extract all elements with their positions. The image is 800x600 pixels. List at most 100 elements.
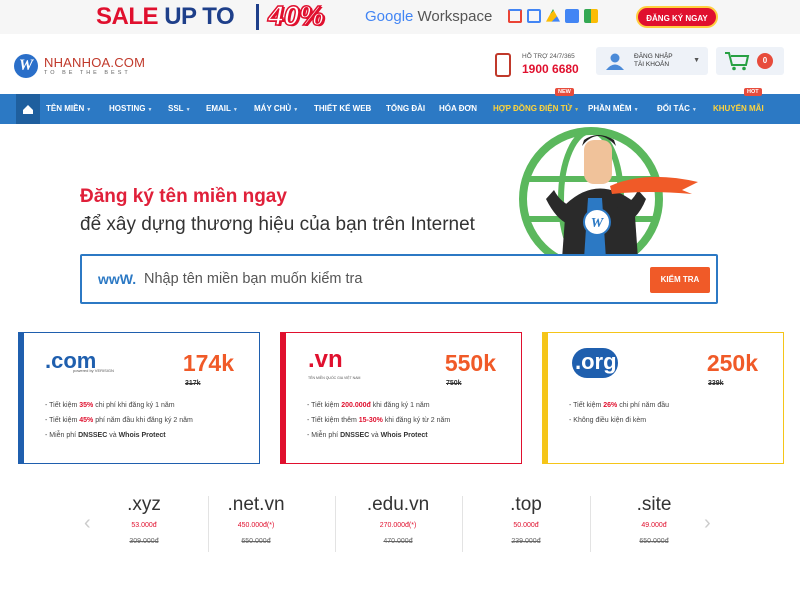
nav-item-servers[interactable]: MÁY CHỦ ▼ xyxy=(254,94,298,124)
feature-text: khi đăng ký 1 năm xyxy=(370,402,430,409)
nav-label: EMAIL xyxy=(206,104,231,113)
extension-old-price: 239.000đ xyxy=(511,538,541,545)
feature-highlight: 15-30% xyxy=(358,417,383,424)
extension-item[interactable]: .top 50.000đ 239.000đ xyxy=(462,494,590,550)
card-old-price: 750k xyxy=(446,380,462,387)
domain-card-vn[interactable]: .vn TÊN MIỀN QUỐC GIA VIỆT NAM 550k 750k… xyxy=(280,332,522,464)
feature-text: chi phí năm đầu xyxy=(617,402,670,409)
feature-text: phí năm đầu khi đăng ký 2 năm xyxy=(93,417,193,424)
card-price: 250k xyxy=(706,350,758,376)
login-line2: TÀI KHOẢN xyxy=(634,61,670,68)
extension-name: .xyz xyxy=(127,494,161,515)
gmail-icon xyxy=(508,9,522,23)
feature-highlight: 45% xyxy=(79,417,94,424)
feature-highlight: Whois Protect xyxy=(118,432,166,439)
chevron-down-icon: ▼ xyxy=(232,107,238,113)
chevron-down-icon: ▼ xyxy=(293,107,299,113)
extension-item[interactable]: .site 49.000đ 650.000đ xyxy=(590,494,718,550)
home-nav-button[interactable] xyxy=(16,94,40,124)
chevron-down-icon: ▼ xyxy=(691,107,697,113)
extension-price: 49.000đ xyxy=(641,522,667,529)
card-feature: - Miễn phí DNSSEC và Whois Protect xyxy=(307,432,428,439)
extension-item[interactable]: .xyz 53.000đ 309.000đ xyxy=(80,494,208,550)
nav-item-domain[interactable]: TÊN MIỀN ▼ xyxy=(46,94,91,124)
nav-item-ssl[interactable]: SSL ▼ xyxy=(168,94,191,124)
nav-label: HÓA ĐƠN xyxy=(439,104,478,113)
check-domain-button[interactable]: KIỂM TRA xyxy=(650,267,710,293)
extension-price: 50.000đ xyxy=(513,522,539,529)
site-header: W NHANHOA.COM TO BE THE BEST HỖ TRỢ 24/7… xyxy=(0,34,800,94)
feature-highlight: 35% xyxy=(79,402,94,409)
card-feature: - Tiết kiệm 45% phí năm đầu khi đăng ký … xyxy=(45,417,193,424)
extension-name: .top xyxy=(510,494,542,515)
promo-sale-text: SALE UP TO xyxy=(96,3,235,31)
logo-tagline: TO BE THE BEST xyxy=(44,70,131,76)
chevron-down-icon: ▼ xyxy=(147,107,153,113)
domain-card-org[interactable]: .org 250k 339k - Tiết kiệm 26% chi phí n… xyxy=(542,332,784,464)
domain-search-box[interactable]: wwW. Nhập tên miền bạn muốn kiểm tra KIỂ… xyxy=(80,254,718,304)
nav-label: HỢP ĐỒNG ĐIỆN TỬ xyxy=(493,104,573,113)
promo-register-button[interactable]: ĐĂNG KÝ NGAY xyxy=(636,6,718,28)
cart-icon xyxy=(725,52,750,71)
card-feature: - Tiết kiệm 35% chi phí khi đăng ký 1 nă… xyxy=(45,402,175,409)
nav-item-partners[interactable]: ĐỐI TÁC ▼ xyxy=(657,94,697,124)
logo-name[interactable]: NHANHOA.COM xyxy=(44,55,145,70)
card-feature: - Miễn phí DNSSEC và Whois Protect xyxy=(45,432,166,439)
nav-item-invoice[interactable]: HÓA ĐƠN xyxy=(439,94,477,124)
user-icon xyxy=(606,53,624,70)
home-icon xyxy=(23,105,33,114)
feature-text: Tiết kiệm xyxy=(49,417,80,424)
main-nav: TÊN MIỀN ▼ HOSTING ▼ SSL ▼ EMAIL ▼ MÁY CHỦ ▼ … xyxy=(0,94,800,124)
logo-icon[interactable]: W xyxy=(14,54,38,78)
card-price: 550k xyxy=(444,350,496,376)
nav-item-email[interactable]: EMAIL ▼ xyxy=(206,94,238,124)
card-price: 174k xyxy=(182,350,234,376)
nav-label: KHUYẾN MÃI xyxy=(713,104,764,113)
feature-highlight: DNSSEC xyxy=(78,432,108,439)
verisign-note: powered by VERISIGN xyxy=(73,368,114,373)
hero-title: Đăng ký tên miền ngay xyxy=(80,186,287,207)
www-prefix: wwW. xyxy=(98,271,137,287)
workspace-text: Workspace xyxy=(417,8,493,25)
extension-name: .net.vn xyxy=(227,494,285,515)
login-button[interactable]: ĐĂNG NHẬP TÀI KHOẢN ▼ xyxy=(596,47,708,75)
domain-search-input[interactable]: Nhập tên miền bạn muốn kiểm tra xyxy=(144,271,362,287)
nav-label: THIẾT KẾ WEB xyxy=(314,104,372,113)
docs-icon xyxy=(565,9,579,23)
feature-highlight: Whois Protect xyxy=(380,432,428,439)
hot-badge: HOT xyxy=(744,88,762,96)
feature-text: Không điều kiện đi kèm xyxy=(573,417,647,424)
nav-item-switchboard[interactable]: TỔNG ĐÀI xyxy=(386,94,425,124)
feature-text: khi đăng ký từ 2 năm xyxy=(382,417,451,424)
feature-highlight: DNSSEC xyxy=(340,432,370,439)
extension-name: .edu.vn xyxy=(366,494,430,515)
nav-label: HOSTING xyxy=(109,104,146,113)
cart-button[interactable]: 0 xyxy=(716,47,784,75)
feature-highlight: 200.000đ xyxy=(341,402,371,409)
nav-item-promotions[interactable]: KHUYẾN MÃI xyxy=(713,94,764,124)
extension-item[interactable]: .edu.vn 270.000đ(*) 470.000đ xyxy=(334,494,462,550)
nav-item-web-design[interactable]: THIẾT KẾ WEB xyxy=(314,94,371,124)
promo-banner[interactable]: SALE UP TO 40% Google Workspace ĐĂNG KÝ … xyxy=(0,0,800,34)
hero-mascot-illustration: W xyxy=(519,127,698,259)
extension-old-price: 650.000đ xyxy=(639,538,669,545)
feature-text: chi phí khi đăng ký 1 năm xyxy=(93,402,175,409)
support-label: HỖ TRỢ 24/7/365 xyxy=(522,53,575,60)
svg-text:W: W xyxy=(591,216,605,231)
domain-card-com[interactable]: .com powered by VERISIGN 174k 317k - Tiế… xyxy=(18,332,260,464)
vn-logo: .vn xyxy=(308,346,343,373)
feature-text: Tiết kiệm xyxy=(49,402,80,409)
promo-divider xyxy=(256,4,259,30)
feature-text: Miễn phí xyxy=(311,432,341,439)
drive-icon xyxy=(546,9,560,22)
extension-name: .site xyxy=(636,494,672,515)
nav-item-hosting[interactable]: HOSTING ▼ xyxy=(109,94,152,124)
nav-label: MÁY CHỦ xyxy=(254,104,292,113)
extension-item[interactable]: .net.vn 450.000đ(*) 650.000đ xyxy=(192,494,320,550)
extension-old-price: 470.000đ xyxy=(383,538,413,545)
nav-item-software[interactable]: PHẦN MỀM ▼ xyxy=(588,94,639,124)
extension-price: 270.000đ(*) xyxy=(379,522,417,529)
feature-text: Tiết kiệm xyxy=(573,402,604,409)
nav-item-e-contract[interactable]: HỢP ĐỒNG ĐIỆN TỬ ▼ xyxy=(493,94,579,124)
feature-highlight: 26% xyxy=(603,402,618,409)
